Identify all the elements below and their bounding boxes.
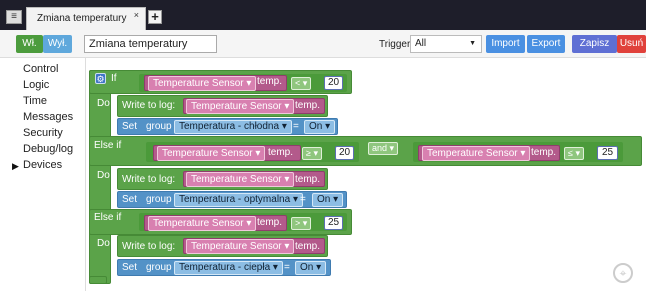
group-select-2[interactable]: Temperatura - optymalna ▾ [174,193,303,207]
and-select[interactable]: and ▾ [368,142,399,155]
write-log-label-2: Write to log: [122,174,176,185]
set-label-3: Set [122,262,138,273]
and-operator: and [372,143,388,153]
if-label: If [111,73,117,84]
set-label-2: Set [122,194,138,205]
eq-label-1: = [293,121,299,132]
operator-select-1[interactable]: < ▾ [291,77,312,90]
add-tab-button[interactable]: + [148,10,162,24]
dropdown-arrow-icon: ▼ [469,40,476,47]
import-button[interactable]: Import [486,35,525,53]
log-sensor-select-2[interactable]: Temperature Sensor ▾ [186,172,295,187]
delete-button[interactable]: Usuń [617,35,646,53]
state-value-3: On [300,262,314,273]
save-button[interactable]: Zapisz [572,35,617,53]
gear-icon[interactable]: ⚙ [95,73,106,84]
log-sensor-select-3[interactable]: Temperature Sensor ▾ [186,239,295,254]
sensor-name-3: Temperature Sensor [427,148,518,159]
group-select-1[interactable]: Temperatura - chłodna ▾ [174,120,292,134]
value-field-1[interactable]: 20 [324,76,343,90]
category-messages[interactable]: Messages [23,111,73,123]
trigger-label: Trigger [379,39,411,50]
tab-title: Zmiana temperatury [37,13,127,24]
category-devices[interactable]: Devices [23,159,62,171]
log-sensor-select-1[interactable]: Temperature Sensor ▾ [186,99,295,114]
state-select-3[interactable]: On ▾ [295,261,327,275]
category-debug-log[interactable]: Debug/log [23,143,73,155]
log-temp-label-3: temp. [295,241,321,252]
category-logic[interactable]: Logic [23,79,49,91]
log-sensor-name-3: Temperature Sensor [191,241,282,252]
export-button[interactable]: Export [527,35,565,53]
close-icon[interactable]: × [134,4,139,26]
state-value-2: On [317,194,331,205]
sensor-select-4[interactable]: Temperature Sensor ▾ [148,216,257,231]
group-name-1: Temperatura - chłodna [179,121,280,132]
set-label-1: Set [122,121,138,132]
value-field-4[interactable]: 25 [324,216,343,230]
recenter-icon[interactable]: ⌖ [613,263,633,283]
tab-script[interactable]: Zmiana temperatury × [26,7,146,30]
log-sensor-name-2: Temperature Sensor [191,174,282,185]
on-button[interactable]: Wł. [16,35,43,53]
write-log-label-3: Write to log: [122,241,176,252]
operator-4: > [295,218,301,228]
group-label-2: group [146,194,172,205]
do-label-2: Do [97,170,110,181]
operator-select-2[interactable]: ≥ ▾ [302,147,322,160]
operator-2: ≥ [306,148,311,158]
log-sensor-name-1: Temperature Sensor [191,101,282,112]
operator-1: < [295,78,301,88]
temp-label-3: temp. [531,147,557,158]
else-if-label-1: Else if [94,140,122,151]
eq-label-2: = [300,194,306,205]
group-label-1: group [146,121,172,132]
automation-editor: ≡ Zmiana temperatury × + Wł. Wył. Trigge… [0,0,646,291]
eq-label-3: = [284,262,290,273]
state-select-2[interactable]: On ▾ [312,193,344,207]
group-select-3[interactable]: Temperatura - ciepła ▾ [174,261,283,275]
group-name-3: Temperatura - ciepła [179,262,271,273]
block-category-sidebar: Control Logic Time Messages Security Deb… [0,58,86,291]
category-control[interactable]: Control [23,63,58,75]
toolbar: Wł. Wył. Trigger All ▼ Import Export Zap… [0,30,646,58]
state-value-1: On [309,121,323,132]
off-button[interactable]: Wył. [43,35,72,53]
title-bar: ≡ Zmiana temperatury × + [0,0,646,30]
category-security[interactable]: Security [23,127,63,139]
do-label-3: Do [97,238,110,249]
temp-label-4: temp. [257,217,283,228]
group-label-3: group [146,262,172,273]
operator-3: ≤ [568,148,573,158]
category-time[interactable]: Time [23,95,47,107]
blockly-workspace[interactable]: ⚙ If Temperature Sensor ▾ temp. < ▾ 20 D… [86,58,646,291]
group-name-2: Temperatura - optymalna [179,194,291,205]
menu-icon[interactable]: ≡ [6,10,22,24]
value-field-3[interactable]: 25 [597,146,618,160]
operator-select-3[interactable]: ≤ ▾ [564,147,584,160]
expand-arrow-icon[interactable]: ▶ [12,161,19,172]
sensor-name-1: Temperature Sensor [153,78,244,89]
trigger-select[interactable]: All ▼ [410,35,482,53]
else-if-label-2: Else if [94,212,122,223]
do-label-1: Do [97,98,110,109]
log-temp-label-2: temp. [295,174,321,185]
log-temp-label-1: temp. [295,100,321,111]
write-log-label-1: Write to log: [122,100,176,111]
script-name-input[interactable] [84,35,217,53]
if-block-bottom [89,276,107,284]
sensor-name-2: Temperature Sensor [162,148,253,159]
temp-label-2: temp. [268,147,294,158]
value-field-2[interactable]: 20 [335,146,354,160]
sensor-select-2[interactable]: Temperature Sensor ▾ [157,146,266,161]
state-select-1[interactable]: On ▾ [304,120,336,134]
trigger-value: All [415,38,427,49]
sensor-select-1[interactable]: Temperature Sensor ▾ [148,76,257,91]
sensor-name-4: Temperature Sensor [153,218,244,229]
temp-label-1: temp. [257,76,283,87]
sensor-select-3[interactable]: Temperature Sensor ▾ [422,146,531,161]
operator-select-4[interactable]: > ▾ [291,217,312,230]
